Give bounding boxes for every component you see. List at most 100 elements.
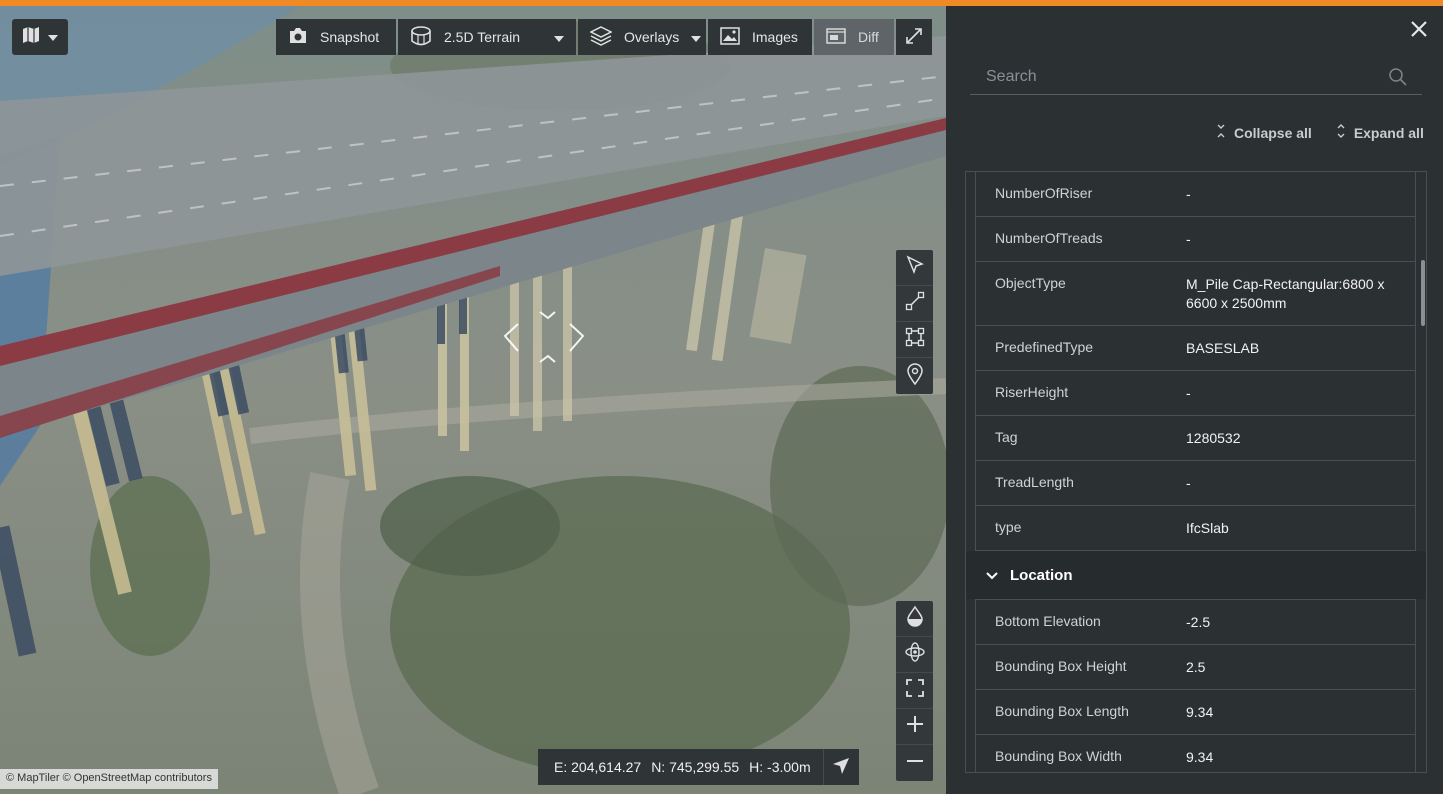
property-key: Bottom Elevation <box>995 613 1101 629</box>
zoom-in-button[interactable] <box>896 709 933 745</box>
measure-line-icon <box>905 291 925 316</box>
table-row: Bounding Box Height 2.5 <box>976 645 1415 690</box>
image-icon <box>720 26 740 48</box>
navigate-button[interactable] <box>822 749 859 785</box>
images-button[interactable]: Images <box>708 19 812 55</box>
map-icon <box>22 26 40 48</box>
snapshot-label: Snapshot <box>320 29 380 45</box>
property-value: - <box>1186 475 1191 491</box>
easting-value: E: 204,614.27 <box>554 759 642 775</box>
height-value: H: -3.00m <box>749 759 811 775</box>
property-value: 2.5 <box>1186 659 1206 675</box>
collapse-icon <box>1216 124 1226 141</box>
water-level-button[interactable] <box>896 601 933 637</box>
terrain-label: 2.5D Terrain <box>444 29 521 45</box>
table-row: Bounding Box Width 9.34 <box>976 735 1415 772</box>
scrollbar[interactable] <box>1421 260 1425 326</box>
expand-icon <box>904 26 924 49</box>
terrain-dropdown[interactable]: 2.5D Terrain <box>398 19 576 55</box>
diff-icon <box>826 27 846 47</box>
layers-icon <box>589 25 613 49</box>
location-pin-button[interactable] <box>896 358 933 394</box>
table-row: TreadLength - <box>976 461 1415 506</box>
chevron-down-icon <box>691 29 702 45</box>
close-icon <box>1410 21 1428 42</box>
property-key: Bounding Box Width <box>995 748 1122 764</box>
property-value: -2.5 <box>1186 614 1211 630</box>
expand-icon <box>1336 124 1346 141</box>
expand-all-button[interactable]: Expand all <box>1336 124 1424 141</box>
fullscreen-button[interactable] <box>896 19 932 55</box>
property-key: NumberOfRiser <box>995 185 1093 201</box>
images-label: Images <box>752 29 798 45</box>
property-key: Tag <box>995 429 1018 445</box>
orbit-icon <box>904 641 926 668</box>
collapse-all-label: Collapse all <box>1234 124 1312 141</box>
snapshot-button[interactable]: Snapshot <box>276 19 396 55</box>
measure-line-button[interactable] <box>896 286 933 322</box>
collapse-all-button[interactable]: Collapse all <box>1216 124 1312 141</box>
location-section-title: Location <box>1010 566 1073 584</box>
property-value: - <box>1186 186 1191 202</box>
select-tool-button[interactable] <box>896 250 933 286</box>
measure-area-icon <box>905 327 925 352</box>
table-row: NumberOfRiser - <box>976 172 1415 217</box>
northing-value: N: 745,299.55 <box>651 759 740 775</box>
search-input[interactable] <box>970 62 1370 92</box>
orbit-button[interactable] <box>896 637 933 673</box>
table-row: RiserHeight - <box>976 371 1415 416</box>
property-key: NumberOfTreads <box>995 230 1103 246</box>
zoom-out-button[interactable] <box>896 745 933 781</box>
measure-tools <box>896 250 933 394</box>
chevron-down-icon <box>986 567 998 584</box>
navigation-arrow-icon <box>832 757 850 778</box>
property-key: TreadLength <box>995 474 1074 490</box>
view-tools <box>896 601 933 781</box>
property-key: Bounding Box Length <box>995 703 1129 719</box>
table-row: Bounding Box Length 9.34 <box>976 690 1415 735</box>
property-tree[interactable]: NumberOfRiser - NumberOfTreads - ObjectT… <box>965 171 1427 773</box>
property-value: BASESLAB <box>1186 340 1260 356</box>
map-attribution[interactable]: © MapTiler © OpenStreetMap contributors <box>0 769 218 789</box>
camera-icon <box>288 27 308 47</box>
map-style-button[interactable] <box>12 19 68 55</box>
property-value: - <box>1186 385 1191 401</box>
property-key: PredefinedType <box>995 339 1094 355</box>
select-arrow-icon <box>905 255 925 280</box>
property-value: M_Pile Cap-Rectangular:6800 x 6600 x 250… <box>1186 276 1385 311</box>
chevron-down-icon <box>48 28 58 46</box>
zoom-in-icon <box>905 714 925 739</box>
search-icon[interactable] <box>1388 67 1408 92</box>
expand-all-label: Expand all <box>1353 124 1424 141</box>
property-key: RiserHeight <box>995 384 1069 400</box>
search-box <box>970 62 1422 95</box>
zoom-out-icon <box>905 751 925 776</box>
chevron-down-icon <box>554 29 564 45</box>
table-row: ObjectType M_Pile Cap-Rectangular:6800 x… <box>976 262 1415 326</box>
attribute-table: NumberOfRiser - NumberOfTreads - ObjectT… <box>975 172 1416 551</box>
diff-button[interactable]: Diff <box>814 19 894 55</box>
location-pin-icon <box>905 362 925 390</box>
measure-area-button[interactable] <box>896 322 933 358</box>
close-panel-button[interactable] <box>1410 20 1432 42</box>
properties-panel: Collapse all Expand all NumberOfRiser - … <box>946 6 1443 794</box>
fit-view-icon <box>905 678 925 703</box>
table-row: type IfcSlab <box>976 506 1415 551</box>
property-value: 9.34 <box>1186 749 1214 765</box>
location-section-header[interactable]: Location <box>966 551 1426 599</box>
map-toolbar: Snapshot 2.5D Terrain Overlays Images Di… <box>276 19 932 55</box>
overlays-dropdown[interactable]: Overlays <box>578 19 706 55</box>
property-value: 9.34 <box>1186 704 1214 720</box>
property-value: - <box>1186 231 1191 247</box>
property-key: Bounding Box Height <box>995 658 1127 674</box>
property-value: 1280532 <box>1186 430 1241 446</box>
location-table: Bottom Elevation -2.5 Bounding Box Heigh… <box>975 599 1416 772</box>
property-key: type <box>995 519 1022 535</box>
property-key: ObjectType <box>995 275 1066 291</box>
aerial-scene <box>0 6 946 794</box>
diff-label: Diff <box>858 29 879 45</box>
fit-view-button[interactable] <box>896 673 933 709</box>
map-viewport[interactable]: Snapshot 2.5D Terrain Overlays Images Di… <box>0 6 946 794</box>
property-value: IfcSlab <box>1186 520 1229 536</box>
terrain-icon <box>410 25 432 49</box>
